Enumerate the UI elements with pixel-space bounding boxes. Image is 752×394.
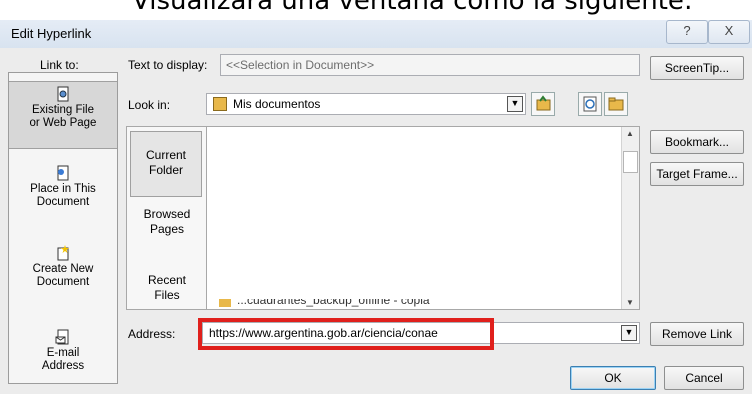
link-email-line1: E-mail xyxy=(46,347,80,359)
folder-view-bar: Current Folder Browsed Pages Recent File… xyxy=(126,126,208,310)
recent-files-line2: Files xyxy=(154,288,180,302)
look-in-value: Mis documentos xyxy=(233,97,321,111)
target-frame-button[interactable]: Target Frame... xyxy=(650,162,744,186)
recent-files-button[interactable]: Recent Files xyxy=(127,273,207,303)
new-document-icon xyxy=(55,245,71,261)
current-folder-button[interactable]: Current Folder xyxy=(130,131,202,197)
screentip-button[interactable]: ScreenTip... xyxy=(650,56,744,80)
text-to-display-value: <<Selection in Document>> xyxy=(226,58,375,72)
edit-hyperlink-dialog: Edit Hyperlink ? X Link to: Existing Fil… xyxy=(0,0,752,394)
link-email-line2: Address xyxy=(41,360,85,372)
link-existing-file-line1: Existing File xyxy=(32,104,94,116)
look-in-label: Look in: xyxy=(128,98,171,112)
title-bar: Edit Hyperlink ? X xyxy=(0,18,752,48)
up-folder-icon[interactable] xyxy=(531,92,555,116)
scroll-up-icon[interactable]: ▲ xyxy=(626,129,634,138)
close-button[interactable]: X xyxy=(708,20,750,44)
file-list-scrollbar[interactable]: ▲ ▼ xyxy=(621,127,639,309)
current-folder-line2: Folder xyxy=(148,163,183,177)
browse-file-icon[interactable] xyxy=(604,92,628,116)
link-place-line2: Document xyxy=(36,196,90,208)
look-in-select[interactable]: Mis documentos ▼ xyxy=(206,93,526,115)
remove-link-button[interactable]: Remove Link xyxy=(650,322,744,346)
link-create-line1: Create New xyxy=(32,263,94,275)
address-label: Address: xyxy=(128,327,176,341)
browsed-pages-line2: Pages xyxy=(149,222,185,236)
link-place-line1: Place in This xyxy=(30,183,96,195)
recent-files-line1: Recent xyxy=(147,273,187,287)
existing-file-icon xyxy=(55,86,71,102)
link-to-bar: Existing File or Web Page Place in This … xyxy=(8,72,118,384)
address-dropdown-arrow-icon[interactable]: ▼ xyxy=(621,325,637,341)
browse-web-icon[interactable] xyxy=(578,92,602,116)
link-existing-file[interactable]: Existing File or Web Page xyxy=(9,81,117,149)
dialog-title: Edit Hyperlink xyxy=(11,26,92,41)
place-in-document-icon xyxy=(55,165,71,181)
caption-strip: Visualizará una ventana como la siguient… xyxy=(0,0,752,20)
help-button[interactable]: ? xyxy=(666,20,708,44)
link-create-line2: Document xyxy=(36,276,90,288)
address-highlight-box xyxy=(198,318,494,350)
look-in-dropdown-arrow-icon[interactable]: ▼ xyxy=(507,96,523,112)
caption-text: Visualizará una ventana como la siguient… xyxy=(132,0,693,16)
file-item-partial-label: ...cuadrantes_backup_offline - copia xyxy=(237,299,430,307)
scroll-thumb[interactable] xyxy=(623,151,638,173)
link-existing-file-line2: or Web Page xyxy=(29,117,97,129)
ok-button[interactable]: OK xyxy=(570,366,656,390)
scroll-down-icon[interactable]: ▼ xyxy=(626,298,634,307)
folder-icon xyxy=(213,97,227,111)
current-folder-line1: Current xyxy=(145,148,186,162)
link-email-address[interactable]: E-mail Address xyxy=(9,329,117,373)
text-to-display-field[interactable]: <<Selection in Document>> xyxy=(220,54,640,76)
file-list[interactable]: ...cuadrantes_backup_offline - copia ▲ ▼ xyxy=(206,126,640,310)
browsed-pages-button[interactable]: Browsed Pages xyxy=(127,207,207,237)
file-folder-icon xyxy=(219,299,231,307)
link-create-new-document[interactable]: Create New Document xyxy=(9,245,117,289)
cancel-button[interactable]: Cancel xyxy=(664,366,744,390)
text-to-display-label: Text to display: xyxy=(128,58,208,72)
email-icon xyxy=(55,329,71,345)
browsed-pages-line1: Browsed xyxy=(143,207,191,221)
link-place-in-document[interactable]: Place in This Document xyxy=(9,165,117,209)
file-item-partial[interactable]: ...cuadrantes_backup_offline - copia xyxy=(219,299,619,309)
bookmark-button[interactable]: Bookmark... xyxy=(650,130,744,154)
link-to-label: Link to: xyxy=(40,58,79,72)
